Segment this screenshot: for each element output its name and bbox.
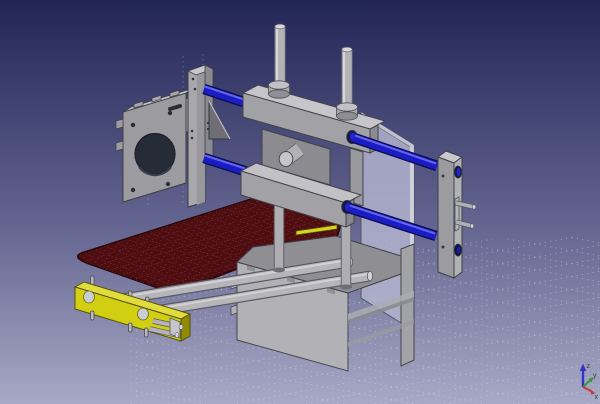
hotend-peg-cap	[279, 152, 293, 167]
vertical-rod-right-shadow	[340, 285, 352, 290]
bracket-hole-lower-rod	[457, 246, 461, 253]
vertical-rod-right-cap	[342, 47, 352, 52]
cad-viewport[interactable]: z y x	[0, 0, 600, 404]
viewport-canvas[interactable]: z y x	[0, 0, 600, 404]
belt-bar-hole-1	[84, 291, 95, 303]
x-axis-label: x	[595, 394, 599, 401]
belt-bar-hole-2	[138, 308, 149, 320]
bracket-screw-hole-1	[442, 175, 445, 178]
bracket-hole-upper-rod	[457, 168, 461, 176]
bracket-screw-hole-2	[442, 246, 445, 249]
z-post-front-shade	[197, 65, 205, 205]
y-rod-2-end	[367, 271, 372, 281]
base-right-panel[interactable]	[401, 244, 414, 366]
y-axis-label: y	[593, 373, 597, 380]
z-axis-label: z	[587, 363, 591, 370]
bracket-front-face[interactable]	[438, 157, 454, 278]
vertical-rod-left-shadow	[273, 268, 285, 273]
vertical-rod-left-cap	[275, 24, 285, 29]
